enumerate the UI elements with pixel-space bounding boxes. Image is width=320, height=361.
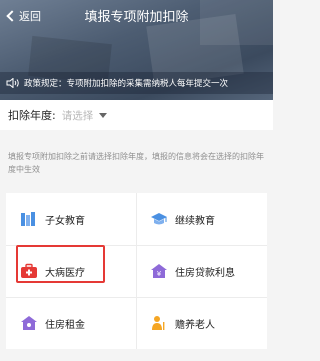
year-placeholder[interactable]: 请选择 (62, 108, 94, 123)
notice-text: 政策规定：专项附加扣除的采集需纳税人每年提交一次 (24, 79, 229, 89)
back-button[interactable]: 返回 (6, 7, 41, 25)
house-rent-icon (21, 316, 37, 330)
item-housing-loan-interest[interactable]: ¥ 住房贷款利息 (150, 245, 262, 297)
elderly-icon (152, 316, 165, 330)
graduation-cap-icon (151, 213, 167, 225)
year-selector[interactable]: 扣除年度: 请选择 (0, 100, 273, 130)
item-label: 继续教育 (175, 215, 215, 227)
item-continuing-education[interactable]: 继续教育 (150, 193, 262, 245)
policy-notice: 政策规定：专项附加扣除的采集需纳税人每年提交一次 (0, 72, 273, 94)
item-housing-rent[interactable]: 住房租金 (20, 297, 132, 349)
hint-text: 填报专项附加扣除之前请选择扣除年度，填报的信息将会在选择的扣除年度中生效 (8, 152, 264, 174)
item-label: 赡养老人 (175, 319, 215, 331)
item-label: 子女教育 (45, 215, 85, 227)
year-label: 扣除年度: (8, 109, 56, 122)
item-label: 住房贷款利息 (175, 267, 235, 279)
item-child-education[interactable]: 子女教育 (20, 193, 132, 245)
divider (136, 193, 137, 349)
header-banner: 填报专项附加扣除 返回 政策规定：专项附加扣除的采集需纳税人每年提交一次 (0, 0, 273, 100)
house-loan-icon: ¥ (151, 264, 167, 278)
svg-text:¥: ¥ (157, 270, 162, 278)
speaker-icon (6, 78, 19, 88)
item-elderly-support[interactable]: 赡养老人 (150, 297, 262, 349)
highlight-box (16, 245, 105, 283)
books-icon (21, 212, 35, 226)
item-label: 住房租金 (45, 319, 85, 331)
dropdown-triangle-icon[interactable] (99, 112, 108, 118)
back-label: 返回 (19, 10, 41, 23)
chevron-left-icon (6, 10, 18, 22)
